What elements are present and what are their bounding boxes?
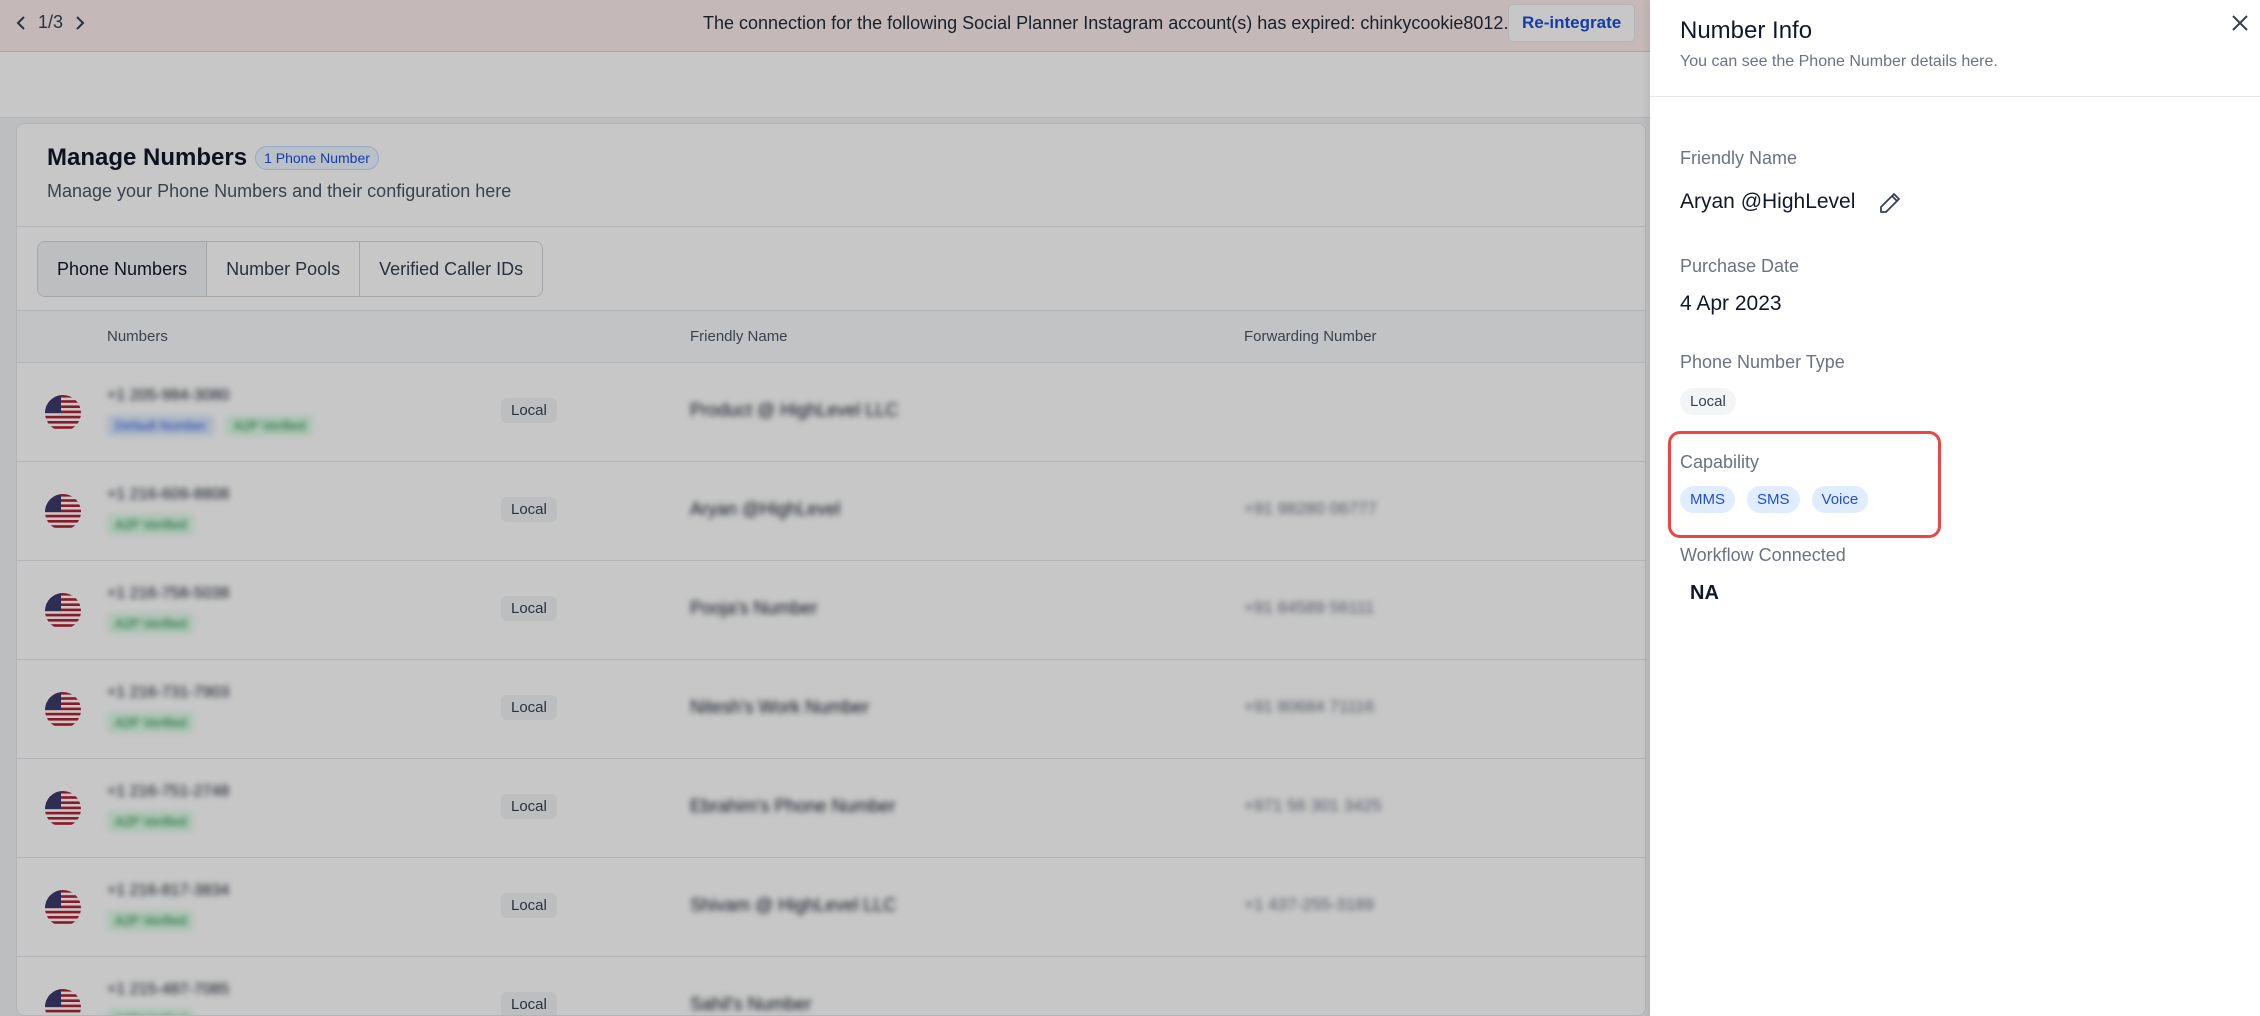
drawer-header: Number Info You can see the Phone Number… (1650, 0, 2260, 97)
capability-list: MMS SMS Voice (1680, 486, 1869, 513)
number-info-drawer: Number Info You can see the Phone Number… (1650, 0, 2260, 1016)
capability-label: Capability (1680, 452, 1760, 472)
purchase-date-label: Purchase Date (1680, 256, 1800, 276)
phone-number-type-label: Phone Number Type (1680, 352, 1845, 372)
friendly-name-label: Friendly Name (1680, 148, 1798, 168)
drawer-subtitle: You can see the Phone Number details her… (1680, 53, 1998, 70)
drawer-title: Number Info (1680, 17, 1813, 44)
close-icon[interactable] (2227, 10, 2253, 36)
pencil-icon[interactable] (1878, 191, 1902, 220)
capability-highlight-box (1668, 431, 1941, 538)
friendly-name-value: Aryan @HighLevel (1680, 190, 1856, 213)
modal-overlay[interactable] (0, 0, 1650, 1016)
workflow-connected-value: NA (1690, 582, 1719, 604)
capability-sms-badge: SMS (1747, 486, 1800, 513)
capability-voice-badge: Voice (1811, 486, 1869, 513)
purchase-date-value: 4 Apr 2023 (1680, 292, 1782, 315)
capability-mms-badge: MMS (1680, 486, 1735, 513)
phone-number-type-badge: Local (1680, 388, 1736, 415)
workflow-connected-label: Workflow Connected (1680, 545, 1846, 565)
